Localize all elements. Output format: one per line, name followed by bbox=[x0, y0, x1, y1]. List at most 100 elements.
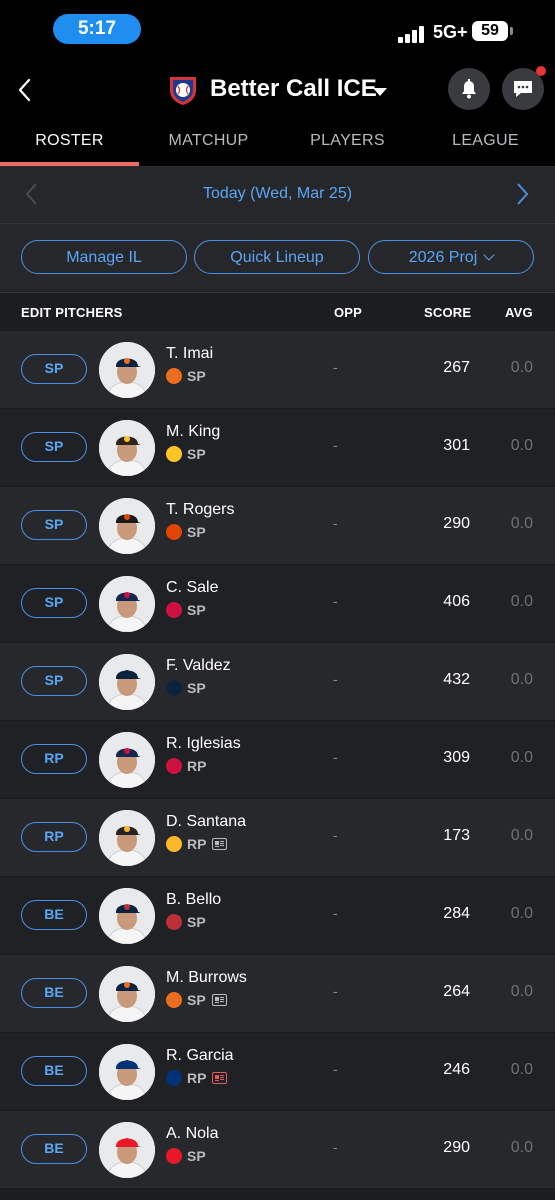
tab-players[interactable]: PLAYERS bbox=[278, 122, 417, 166]
astros-logo bbox=[166, 368, 182, 384]
player-name[interactable]: M. Burrows bbox=[166, 969, 247, 987]
roster-actions: Manage IL Quick Lineup 2026 Proj bbox=[0, 224, 555, 293]
tab-league[interactable]: LEAGUE bbox=[416, 122, 555, 166]
tab-matchup[interactable]: MATCHUP bbox=[139, 122, 278, 166]
player-row[interactable]: SP C. Sale SP - 406 0.0 bbox=[0, 565, 555, 643]
rangers-logo bbox=[166, 1070, 182, 1086]
current-date[interactable]: Today (Wed, Mar 25) bbox=[0, 185, 555, 203]
lineup-slot-button[interactable]: BE bbox=[21, 1134, 87, 1164]
opponent: - bbox=[333, 437, 338, 453]
player-name[interactable]: M. King bbox=[166, 423, 220, 441]
player-meta: SP bbox=[166, 368, 206, 384]
phillies-logo bbox=[166, 1148, 182, 1164]
player-avg: 0.0 bbox=[510, 671, 533, 688]
player-meta: RP bbox=[166, 758, 206, 774]
player-headshot-avatar[interactable] bbox=[99, 420, 155, 476]
player-row[interactable]: BE B. Bello SP - 284 0.0 bbox=[0, 877, 555, 955]
player-row[interactable]: SP T. Imai SP - 267 0.0 bbox=[0, 331, 555, 409]
player-news-icon[interactable] bbox=[211, 994, 227, 1006]
projection-dropdown[interactable]: 2026 Proj bbox=[368, 240, 534, 274]
lineup-slot-button[interactable]: RP bbox=[21, 744, 87, 774]
opponent: - bbox=[333, 905, 338, 921]
status-time: 5:17 bbox=[53, 14, 141, 44]
date-navigator: Today (Wed, Mar 25) bbox=[0, 167, 555, 224]
chevron-down-icon bbox=[483, 249, 495, 261]
status-bar: 5:17 5G+ 59 bbox=[0, 0, 555, 60]
player-position: RP bbox=[187, 836, 207, 852]
player-avg: 0.0 bbox=[510, 983, 533, 1000]
lineup-slot-button[interactable]: BE bbox=[21, 978, 87, 1008]
player-row[interactable]: SP T. Rogers SP - 290 0.0 bbox=[0, 487, 555, 565]
player-name[interactable]: T. Rogers bbox=[166, 501, 234, 519]
player-headshot-avatar[interactable] bbox=[99, 810, 155, 866]
quick-lineup-button[interactable]: Quick Lineup bbox=[194, 240, 360, 274]
lineup-slot-button[interactable]: SP bbox=[21, 510, 87, 540]
player-news-icon[interactable] bbox=[212, 1072, 228, 1084]
player-headshot-avatar[interactable] bbox=[99, 1122, 155, 1178]
edit-pitchers-link[interactable]: EDIT PITCHERS bbox=[21, 305, 123, 320]
lineup-slot-button[interactable]: SP bbox=[21, 432, 87, 462]
player-position: SP bbox=[187, 680, 206, 696]
player-headshot-avatar[interactable] bbox=[99, 1044, 155, 1100]
braves-logo bbox=[166, 758, 182, 774]
player-position: SP bbox=[187, 1148, 206, 1164]
back-arrow-icon[interactable] bbox=[14, 76, 38, 104]
player-meta: SP bbox=[166, 446, 206, 462]
player-avg: 0.0 bbox=[510, 827, 533, 844]
lineup-slot-button[interactable]: SP bbox=[21, 588, 87, 618]
player-headshot-avatar[interactable] bbox=[99, 654, 155, 710]
player-score: 309 bbox=[443, 749, 470, 766]
player-name[interactable]: T. Imai bbox=[166, 345, 213, 363]
player-headshot-avatar[interactable] bbox=[99, 888, 155, 944]
player-name[interactable]: D. Santana bbox=[166, 813, 246, 831]
player-row[interactable]: BE R. Garcia RP - 246 0.0 bbox=[0, 1033, 555, 1111]
lineup-slot-button[interactable]: SP bbox=[21, 666, 87, 696]
opponent: - bbox=[333, 593, 338, 609]
player-row[interactable]: SP M. King SP - 301 0.0 bbox=[0, 409, 555, 487]
player-name[interactable]: F. Valdez bbox=[166, 657, 231, 675]
player-headshot-avatar[interactable] bbox=[99, 966, 155, 1022]
opponent: - bbox=[333, 983, 338, 999]
player-position: SP bbox=[187, 446, 206, 462]
team-logo-icon bbox=[168, 74, 198, 106]
player-row[interactable]: BE M. Burrows SP - 264 0.0 bbox=[0, 955, 555, 1033]
next-day-chevron-icon[interactable] bbox=[514, 182, 530, 211]
player-position: RP bbox=[187, 1070, 207, 1086]
manage-il-button[interactable]: Manage IL bbox=[21, 240, 187, 274]
lineup-slot-button[interactable]: RP bbox=[21, 822, 87, 852]
lineup-slot-button[interactable]: SP bbox=[21, 354, 87, 384]
player-score: 301 bbox=[443, 437, 470, 454]
notifications-button[interactable] bbox=[448, 68, 490, 110]
column-opp: OPP bbox=[334, 305, 363, 320]
player-row[interactable]: RP R. Iglesias RP - 309 0.0 bbox=[0, 721, 555, 799]
player-row[interactable]: BE A. Nola SP - 290 0.0 bbox=[0, 1111, 555, 1189]
player-name[interactable]: R. Garcia bbox=[166, 1047, 234, 1065]
player-name[interactable]: C. Sale bbox=[166, 579, 218, 597]
player-avg: 0.0 bbox=[510, 905, 533, 922]
player-name[interactable]: A. Nola bbox=[166, 1125, 218, 1143]
player-position: SP bbox=[187, 524, 206, 540]
column-score[interactable]: SCORE bbox=[424, 305, 471, 320]
player-headshot-avatar[interactable] bbox=[99, 576, 155, 632]
lineup-slot-button[interactable]: BE bbox=[21, 900, 87, 930]
player-name[interactable]: R. Iglesias bbox=[166, 735, 241, 753]
player-news-icon[interactable] bbox=[212, 838, 228, 850]
network-type: 5G+ bbox=[433, 22, 468, 42]
player-headshot-avatar[interactable] bbox=[99, 498, 155, 554]
player-name[interactable]: B. Bello bbox=[166, 891, 221, 909]
player-row[interactable]: RP D. Santana RP - 173 0.0 bbox=[0, 799, 555, 877]
player-headshot-avatar[interactable] bbox=[99, 342, 155, 398]
column-avg[interactable]: AVG bbox=[505, 305, 533, 320]
team-name[interactable]: Better Call ICE bbox=[210, 75, 377, 103]
player-list: SP T. Imai SP - 267 0.0 SP M. King SP - … bbox=[0, 331, 555, 1189]
signal-icon bbox=[398, 25, 428, 43]
pirates-logo bbox=[166, 836, 182, 852]
player-row[interactable]: SP F. Valdez SP - 432 0.0 bbox=[0, 643, 555, 721]
messages-button[interactable] bbox=[502, 66, 546, 110]
player-headshot-avatar[interactable] bbox=[99, 732, 155, 788]
team-switch-chevron-down-icon[interactable] bbox=[373, 88, 387, 96]
player-score: 406 bbox=[443, 593, 470, 610]
player-score: 290 bbox=[443, 1139, 470, 1156]
tab-roster[interactable]: ROSTER bbox=[0, 122, 139, 166]
lineup-slot-button[interactable]: BE bbox=[21, 1056, 87, 1086]
